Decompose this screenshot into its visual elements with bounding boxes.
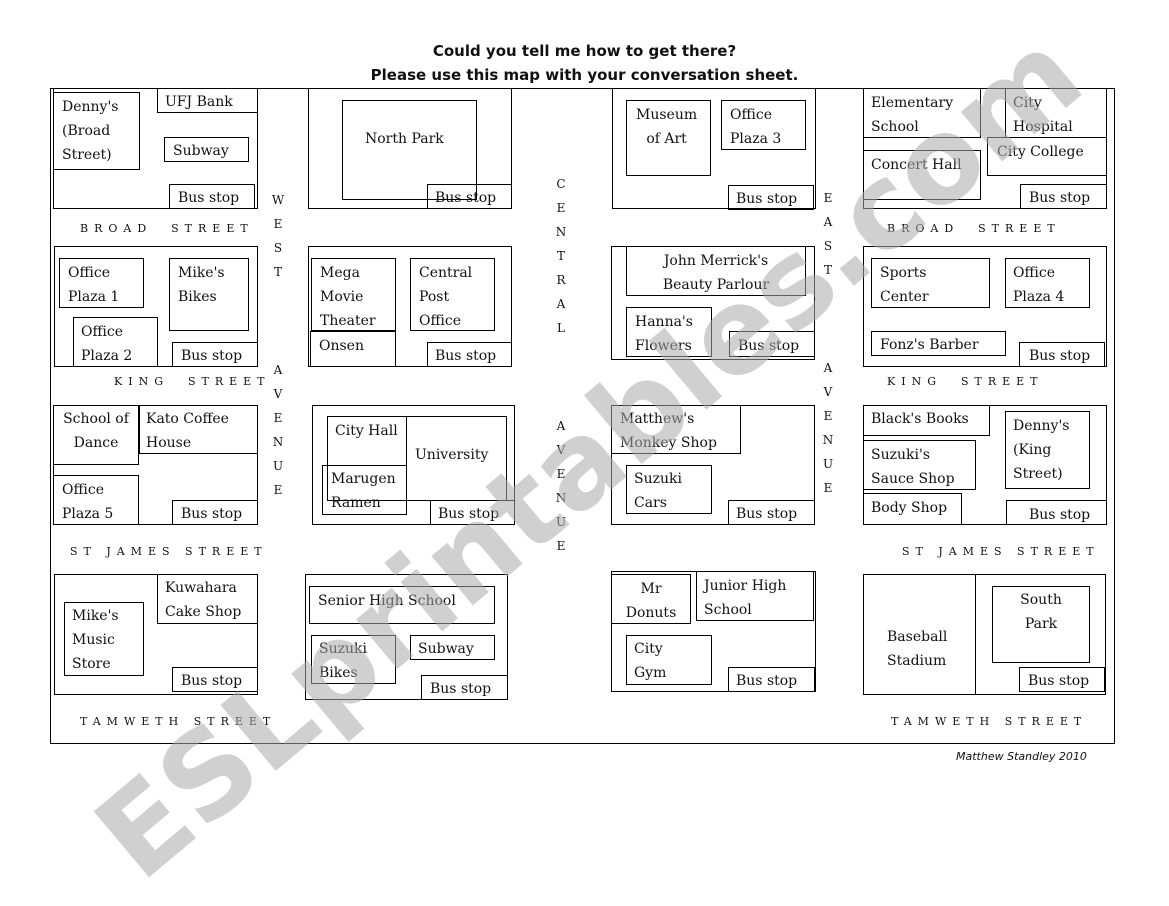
bus-stop-label: Bus stop	[736, 506, 798, 522]
place-hannas-flowers-label: Hanna's Flowers	[635, 314, 693, 354]
place-sports-center-label: Sports Center	[880, 265, 929, 305]
place-marugen-ramen-label: Marugen Ramen	[331, 471, 396, 511]
place-elementary-school-label: Elementary School	[871, 95, 954, 135]
street-broad-west: BROAD STREET	[80, 222, 254, 235]
place-dennys-king-label: Denny's (King Street)	[1013, 418, 1070, 482]
bus-stop-label: Bus stop	[736, 191, 798, 207]
street-tamweth-east: TAMWETH STREET	[891, 715, 1088, 728]
bus-stop-label: Bus stop	[178, 190, 240, 206]
place-body-shop-label: Body Shop	[871, 500, 948, 516]
bus-stop-label: Bus stop	[1029, 507, 1091, 523]
street-king-east: KING STREET	[887, 375, 1044, 388]
place-suzuki-cars-label: Suzuki Cars	[634, 471, 682, 511]
place-suzuki-bikes-label: Suzuki Bikes	[319, 641, 367, 681]
author-credit: Matthew Standley 2010	[956, 750, 1087, 763]
bus-stop-label: Bus stop	[435, 348, 497, 364]
street-king-west: KING STREET	[114, 375, 271, 388]
avenue-west-label-bottom: AVENUE	[272, 363, 284, 497]
place-city-hall-label: City Hall	[335, 423, 398, 439]
place-baseball-stadium-label: Baseball Stadium	[887, 629, 948, 669]
place-suzukis-sauce-shop-label: Suzuki's Sauce Shop	[871, 447, 955, 487]
place-kuwahara-cake-shop-label: Kuwahara Cake Shop	[165, 580, 242, 620]
place-office-plaza-3-label: Office Plaza 3	[730, 107, 782, 147]
place-north-park-label: North Park	[365, 131, 444, 147]
avenue-east-label-bottom: AVENUE	[822, 361, 834, 495]
place-school-of-dance-label: School of Dance	[63, 411, 129, 451]
place-office-plaza-2-label: Office Plaza 2	[81, 324, 133, 364]
place-office-plaza-4-label: Office Plaza 4	[1013, 265, 1065, 305]
place-city-gym-label: City Gym	[634, 641, 667, 681]
avenue-central-label-bottom: AVENUE	[555, 419, 567, 553]
bus-stop-label: Bus stop	[181, 506, 243, 522]
place-central-post-office-label: Central Post Office	[419, 265, 473, 329]
place-onsen-label: Onsen	[319, 338, 364, 354]
worksheet-title: Could you tell me how to get there?	[432, 42, 737, 60]
place-concert-hall-label: Concert Hall	[871, 157, 962, 173]
place-city-hospital-label: City Hospital	[1013, 95, 1073, 135]
place-office-plaza-5-label: Office Plaza 5	[62, 482, 114, 522]
worksheet-subtitle: Please use this map with your conversati…	[370, 66, 799, 84]
bus-stop-label: Bus stop	[736, 673, 798, 689]
bus-stop-label: Bus stop	[181, 673, 243, 689]
place-south-park-label: South Park	[1020, 592, 1062, 632]
bus-stop-label: Bus stop	[181, 348, 243, 364]
street-st-james-west: ST JAMES STREET	[70, 545, 268, 558]
bus-stop-label: Bus stop	[438, 506, 500, 522]
place-mr-donuts-label: Mr Donuts	[625, 581, 677, 621]
place-museum-of-art-label: Museum of Art	[636, 107, 698, 147]
place-matthews-monkey-shop-label: Matthew's Monkey Shop	[620, 411, 717, 451]
street-tamweth-west: TAMWETH STREET	[80, 715, 277, 728]
place-university-label: University	[415, 447, 489, 463]
place-subway-1-label: Subway	[173, 143, 229, 159]
avenue-west-label-top: WEST	[271, 193, 285, 279]
avenue-central-label-top: CENTRAL	[555, 177, 567, 335]
place-fonzs-barber-label: Fonz's Barber	[880, 337, 979, 353]
place-office-plaza-1-label: Office Plaza 1	[68, 265, 120, 305]
place-mikes-music-store-label: Mike's Music Store	[72, 608, 119, 672]
avenue-east-label-top: EAST	[823, 191, 833, 277]
place-kato-coffee-house-label: Kato Coffee House	[146, 411, 229, 451]
place-subway-2-label: Subway	[418, 641, 474, 657]
bus-stop-label: Bus stop	[435, 190, 497, 206]
bus-stop-label: Bus stop	[1028, 673, 1090, 689]
place-mega-movie-theater-label: Mega Movie Theater	[320, 265, 376, 329]
place-john-merricks-label: John Merrick's Beauty Parlour	[662, 253, 770, 293]
bus-stop-label: Bus stop	[430, 681, 492, 697]
place-senior-high-school-label: Senior High School	[318, 593, 456, 609]
place-junior-high-school-label: Junior High School	[704, 578, 787, 618]
bus-stop-label: Bus stop	[1029, 348, 1091, 364]
place-ufj-bank-label: UFJ Bank	[165, 94, 233, 110]
place-mikes-bikes-label: Mike's Bikes	[178, 265, 225, 305]
street-st-james-east: ST JAMES STREET	[902, 545, 1100, 558]
bus-stop-label: Bus stop	[738, 338, 800, 354]
place-city-college-label: City College	[997, 144, 1084, 160]
bus-stop-label: Bus stop	[1029, 190, 1091, 206]
place-dennys-broad-label: Denny's (Broad Street)	[62, 99, 119, 163]
street-broad-east: BROAD STREET	[887, 222, 1061, 235]
place-blacks-books-label: Black's Books	[871, 411, 969, 427]
